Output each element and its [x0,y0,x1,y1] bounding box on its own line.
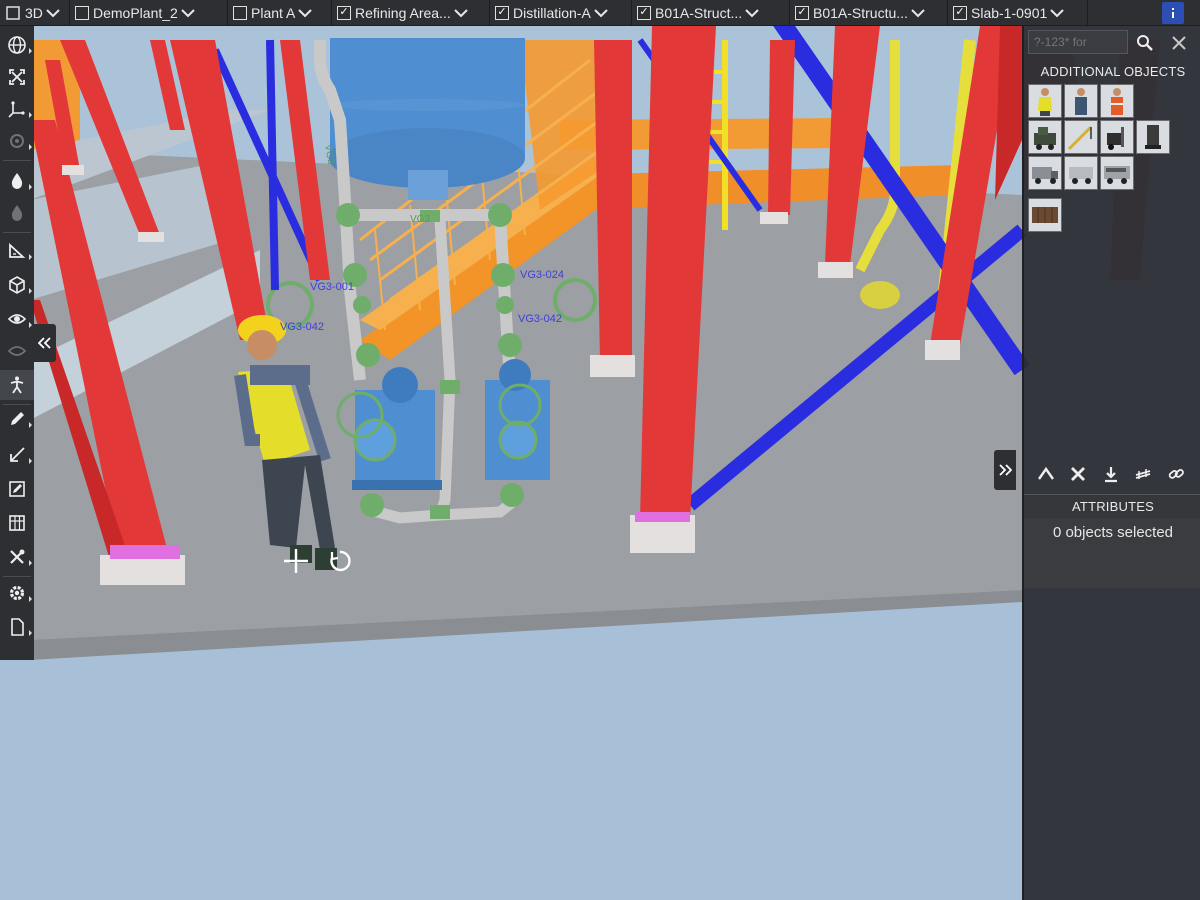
object-thumb-worker-coverall[interactable] [1064,84,1098,118]
object-thumb-container[interactable] [1028,198,1062,232]
svg-text:VG3: VG3 [410,214,430,225]
pencil-icon[interactable] [0,404,34,434]
axes-icon[interactable] [0,94,34,124]
eye-icon[interactable] [0,304,34,334]
checkbox-icon[interactable]: ✓ [495,5,509,20]
document-icon[interactable] [0,612,34,642]
left-toolbar [0,26,34,660]
search-icon[interactable] [1134,32,1156,54]
move-rotate-gizmo[interactable] [280,546,360,576]
panel-actions [1024,460,1200,488]
chevron-down-icon[interactable] [179,4,197,22]
breadcrumb-label: Refining Area... [355,4,451,21]
expand-right-panel-button[interactable] [994,450,1016,490]
right-panel: ADDITIONAL OBJECTS ATTRIBUTES 0 objects … [1022,26,1200,900]
attributes-status: 0 objects selected [1052,524,1174,541]
object-thumb-worker-vest[interactable] [1028,84,1062,118]
breadcrumb-demoplant[interactable]: DemoPlant_2 [70,0,228,26]
fit-view-icon[interactable] [0,62,34,92]
valve-tag: VG3-001 [310,281,354,293]
breadcrumb-b01a-struct[interactable]: ✓ B01A-Struct... [632,0,790,26]
checkbox-icon[interactable]: ✓ [337,5,351,20]
breadcrumb-label: B01A-Struct... [655,4,743,21]
breadcrumb-distillation[interactable]: ✓ Distillation-A [490,0,632,26]
breadcrumb-label: Slab-1-0901 [971,4,1048,21]
checkbox-icon[interactable] [75,5,89,20]
chevron-down-icon[interactable] [1048,4,1066,22]
walk-icon[interactable] [0,370,34,400]
checkbox-icon[interactable]: ✓ [953,5,967,20]
drop-icon[interactable] [0,166,34,196]
object-thumb-bus[interactable] [1100,156,1134,190]
view-mode-icon [5,4,21,21]
attributes-title: ATTRIBUTES [1072,499,1154,514]
breadcrumb-plant-a[interactable]: Plant A [228,0,332,26]
chevron-down-icon[interactable] [909,4,927,22]
3d-viewport[interactable]: VG3 VG3 VG3-001 VG3-042 VG3-024 VG3-042 [0,0,1200,900]
globe-icon[interactable] [0,30,34,60]
breadcrumb-label: Plant A [251,4,296,21]
breadcrumb-slab[interactable]: ✓ Slab-1-0901 [948,0,1088,26]
object-thumb-truck[interactable] [1028,156,1062,190]
plant-3d-viewer-app: VG3 VG3 VG3-001 VG3-042 VG3-024 VG3-042 … [0,0,1200,900]
chevron-down-icon[interactable] [452,4,470,22]
breadcrumb-refining-area[interactable]: ✓ Refining Area... [332,0,490,26]
vessel [329,38,525,200]
gear-icon[interactable] [0,578,34,608]
info-icon[interactable] [1162,1,1184,24]
checkbox-icon[interactable]: ✓ [795,5,809,20]
breadcrumb-label: Distillation-A [513,4,591,21]
breadcrumb-label: 3D [25,4,43,21]
collapse-left-panel-button[interactable] [34,324,56,362]
chevron-down-icon[interactable] [592,4,610,22]
valve-tag: VG3-024 [520,269,564,281]
object-thumb-machine[interactable] [1028,120,1062,154]
scene-canvas[interactable]: VG3 VG3 VG3-001 VG3-042 VG3-024 VG3-042 [0,0,1200,900]
valve-tag: VG3-042 [518,313,562,325]
divider [1024,494,1200,495]
breadcrumb-b01a-structu[interactable]: ✓ B01A-Structu... [790,0,948,26]
settings-cube-icon[interactable] [0,126,34,156]
measure-icon[interactable] [0,236,34,266]
download-icon[interactable] [1099,462,1123,486]
valve-tag: VG3-042 [280,321,324,333]
cube-icon[interactable] [0,270,34,300]
double-chevron-left-icon [38,337,51,349]
chevron-down-icon[interactable] [44,4,62,22]
object-thumb-crane[interactable] [1064,120,1098,154]
edit-box-icon[interactable] [0,474,34,504]
object-thumb-van[interactable] [1064,156,1098,190]
object-thumb-lift[interactable] [1136,120,1170,154]
breadcrumb-bar: 3D DemoPlant_2 Plant A ✓ Refining Area..… [0,0,1200,26]
markup-arrow-icon[interactable] [0,440,34,470]
breadcrumb-3d[interactable]: 3D [0,0,70,26]
breadcrumb-label: B01A-Structu... [813,4,908,21]
object-thumb-worker-orange[interactable] [1100,84,1134,118]
close-icon[interactable] [1066,462,1090,486]
breadcrumb-label: DemoPlant_2 [93,4,178,21]
eye-dim-icon[interactable] [0,336,34,366]
additional-objects-title: ADDITIONAL OBJECTS [1040,64,1186,79]
chevron-down-icon[interactable] [296,4,314,22]
search-row [1028,30,1198,56]
fence-icon[interactable] [1131,462,1155,486]
table-icon[interactable] [0,508,34,538]
shuffle-icon[interactable] [1034,462,1058,486]
checkbox-icon[interactable]: ✓ [637,5,651,20]
drop-dim-icon[interactable] [0,198,34,228]
breadcrumb-filler [1088,0,1162,26]
link-icon[interactable] [1164,462,1188,486]
close-icon[interactable] [1168,32,1190,54]
object-thumb-forklift[interactable] [1100,120,1134,154]
search-input[interactable] [1028,30,1128,54]
double-chevron-right-icon [999,464,1012,476]
tools-icon[interactable] [0,542,34,572]
checkbox-icon[interactable] [233,5,247,20]
chevron-down-icon[interactable] [743,4,761,22]
